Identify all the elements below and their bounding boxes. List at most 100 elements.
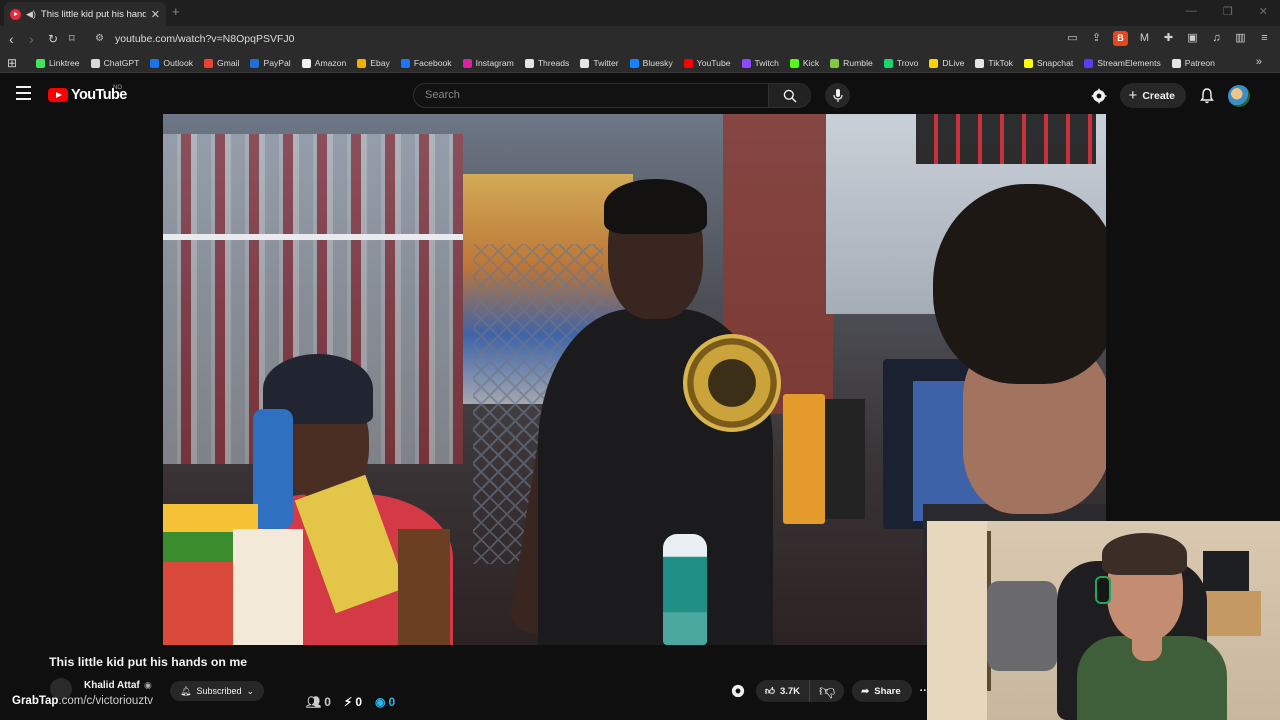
bookmark-dlive[interactable]: DLive [929, 58, 964, 68]
bookmark-facebook[interactable]: Facebook [400, 58, 452, 68]
address-bar[interactable]: ⚙ youtube.com/watch?v=N8OpqPSVFJ0 [88, 29, 1146, 50]
youtube-masthead: YouTube NO + Create [0, 73, 1280, 116]
bookmark-streamelements[interactable]: StreamElements [1084, 58, 1161, 68]
subscribe-button[interactable]: 🔔︎ Subscribed ⌄ [170, 681, 265, 701]
search-button[interactable] [768, 84, 810, 107]
candy-box [398, 529, 450, 645]
watermark-brand: GrabTap [12, 695, 59, 707]
account-avatar[interactable] [1228, 84, 1250, 107]
share-page-icon[interactable]: ⇪ [1089, 31, 1104, 46]
reload-icon[interactable]: ↻ [48, 31, 58, 47]
bookmark-label: Rumble [843, 58, 873, 68]
bookmark-ebay[interactable]: Ebay [357, 58, 390, 68]
bookmark-trovo[interactable]: Trovo [883, 58, 919, 68]
patreon-icon [1171, 58, 1181, 68]
bluesky-icon [629, 58, 639, 68]
tab-title: This little kid put his hands on me [40, 8, 146, 20]
apps-grid-icon[interactable]: ⊞ [7, 56, 17, 70]
thumbs-up-icon: 👍︎ [765, 686, 775, 697]
guide-menu-icon[interactable] [16, 86, 31, 104]
bookmark-tiktok[interactable]: TikTok [975, 58, 1013, 68]
url-text[interactable]: youtube.com/watch?v=N8OpqPSVFJ0 [115, 33, 294, 45]
dislike-button[interactable]: 👎︎ [810, 680, 844, 702]
bookmark-bluesky[interactable]: Bluesky [629, 58, 673, 68]
sidebar-icon[interactable]: ▥ [1233, 31, 1248, 46]
bookmarks-overflow-icon[interactable]: » [1256, 56, 1262, 68]
bookmark-label: Facebook [413, 58, 452, 68]
bookmark-twitter[interactable]: Twitter [580, 58, 619, 68]
twitch-icon [741, 58, 751, 68]
viewers-stat: 👥︎ 0 [306, 695, 331, 709]
browser-tab-active[interactable]: ◀) This little kid put his hands on me ✕ [4, 2, 166, 26]
voice-search-button[interactable] [825, 83, 850, 108]
extension-m-icon[interactable]: M [1137, 31, 1152, 46]
people-icon: 👥︎ [306, 695, 322, 709]
amazon-icon [301, 58, 311, 68]
shelf-divider [163, 234, 463, 240]
tab-search-icon[interactable]: ▣ [1185, 31, 1200, 46]
bookmark-linktree[interactable]: Linktree [36, 58, 80, 68]
bookmark-kick[interactable]: Kick [789, 58, 819, 68]
browser-menu-icon[interactable]: ≡ [1257, 31, 1272, 46]
cast-icon[interactable]: ▭ [1065, 31, 1080, 46]
bookmark-icon[interactable]: ⌑ [69, 31, 75, 47]
close-window-icon[interactable]: ✕ [1259, 5, 1268, 18]
bookmark-outlook[interactable]: Outlook [150, 58, 193, 68]
ring-icon: ◉ [375, 695, 386, 709]
thumbs-down-icon: 👎︎ [819, 682, 836, 700]
search-icon [783, 89, 797, 103]
bookmark-label: Patreon [1184, 58, 1215, 68]
toolbar-extensions: ▭ ⇪ B M ✚ ▣ ♫ ▥ ≡ [1065, 31, 1272, 46]
headset-icon [1095, 576, 1111, 604]
streamer-webcam [927, 521, 1280, 720]
forward-icon[interactable]: › [29, 31, 34, 47]
create-button[interactable]: + Create [1119, 83, 1186, 108]
bookmark-chatgpt[interactable]: ChatGPT [90, 58, 139, 68]
streamelements-icon [1084, 58, 1094, 68]
snapchat-icon [1023, 58, 1033, 68]
brave-shield-icon[interactable]: B [1113, 31, 1128, 46]
bookmark-amazon[interactable]: Amazon [301, 58, 346, 68]
media-icon[interactable]: ♫ [1209, 31, 1224, 46]
back-icon[interactable]: ‹ [9, 31, 14, 47]
bookmark-rumble[interactable]: Rumble [830, 58, 873, 68]
bookmark-twitch[interactable]: Twitch [741, 58, 779, 68]
site-info-icon[interactable]: ⚙ [95, 33, 104, 44]
speaker-icon[interactable]: ◀) [26, 9, 36, 20]
bookmark-snapchat[interactable]: Snapchat [1023, 58, 1073, 68]
share-label: Share [874, 685, 901, 697]
cigar-display [916, 114, 1096, 164]
blue-stat: ◉ 0 [375, 695, 396, 709]
new-tab-icon[interactable]: + [172, 4, 180, 19]
bell-icon: 🔔︎ [180, 685, 192, 696]
bookmark-label: Trovo [896, 58, 919, 68]
minimize-icon[interactable]: — [1186, 5, 1197, 18]
notifications-bell-icon[interactable] [1198, 87, 1216, 105]
search-input[interactable] [425, 89, 755, 101]
bookmark-label: Instagram [475, 58, 514, 68]
youtube-logo[interactable]: YouTube NO [48, 85, 127, 103]
bookmark-gmail[interactable]: Gmail [204, 58, 239, 68]
sponsor-gear-icon[interactable] [1090, 87, 1108, 105]
extensions-puzzle-icon[interactable]: ✚ [1161, 31, 1176, 46]
game-card-rack [825, 399, 865, 519]
bookmark-instagram[interactable]: Instagram [462, 58, 514, 68]
gum-display [783, 394, 825, 524]
instagram-icon [462, 58, 472, 68]
bookmarks-bar: ⊞ Linktree ChatGPT Outlook Gmail PayPal Amazo… [0, 53, 1280, 73]
like-button[interactable]: 👍︎ 3.7K [756, 680, 811, 702]
bookmark-paypal[interactable]: PayPal [250, 58, 291, 68]
bookmark-youtube[interactable]: YouTube [683, 58, 731, 68]
chatgpt-icon [90, 58, 100, 68]
share-button[interactable]: ➦ Share [852, 680, 912, 702]
bookmark-threads[interactable]: Threads [524, 58, 569, 68]
cam-streamer-hand [1132, 621, 1162, 661]
chevron-down-icon: ⌄ [246, 685, 255, 696]
bookmark-patreon[interactable]: Patreon [1171, 58, 1215, 68]
gmail-icon [204, 58, 214, 68]
maximize-icon[interactable]: ❐ [1223, 5, 1233, 18]
cam-tv [1203, 551, 1249, 591]
sponsor-gear-icon-small[interactable] [728, 681, 748, 701]
close-tab-icon[interactable]: ✕ [151, 8, 160, 21]
channel-name[interactable]: Khalid Attaf [84, 680, 140, 691]
